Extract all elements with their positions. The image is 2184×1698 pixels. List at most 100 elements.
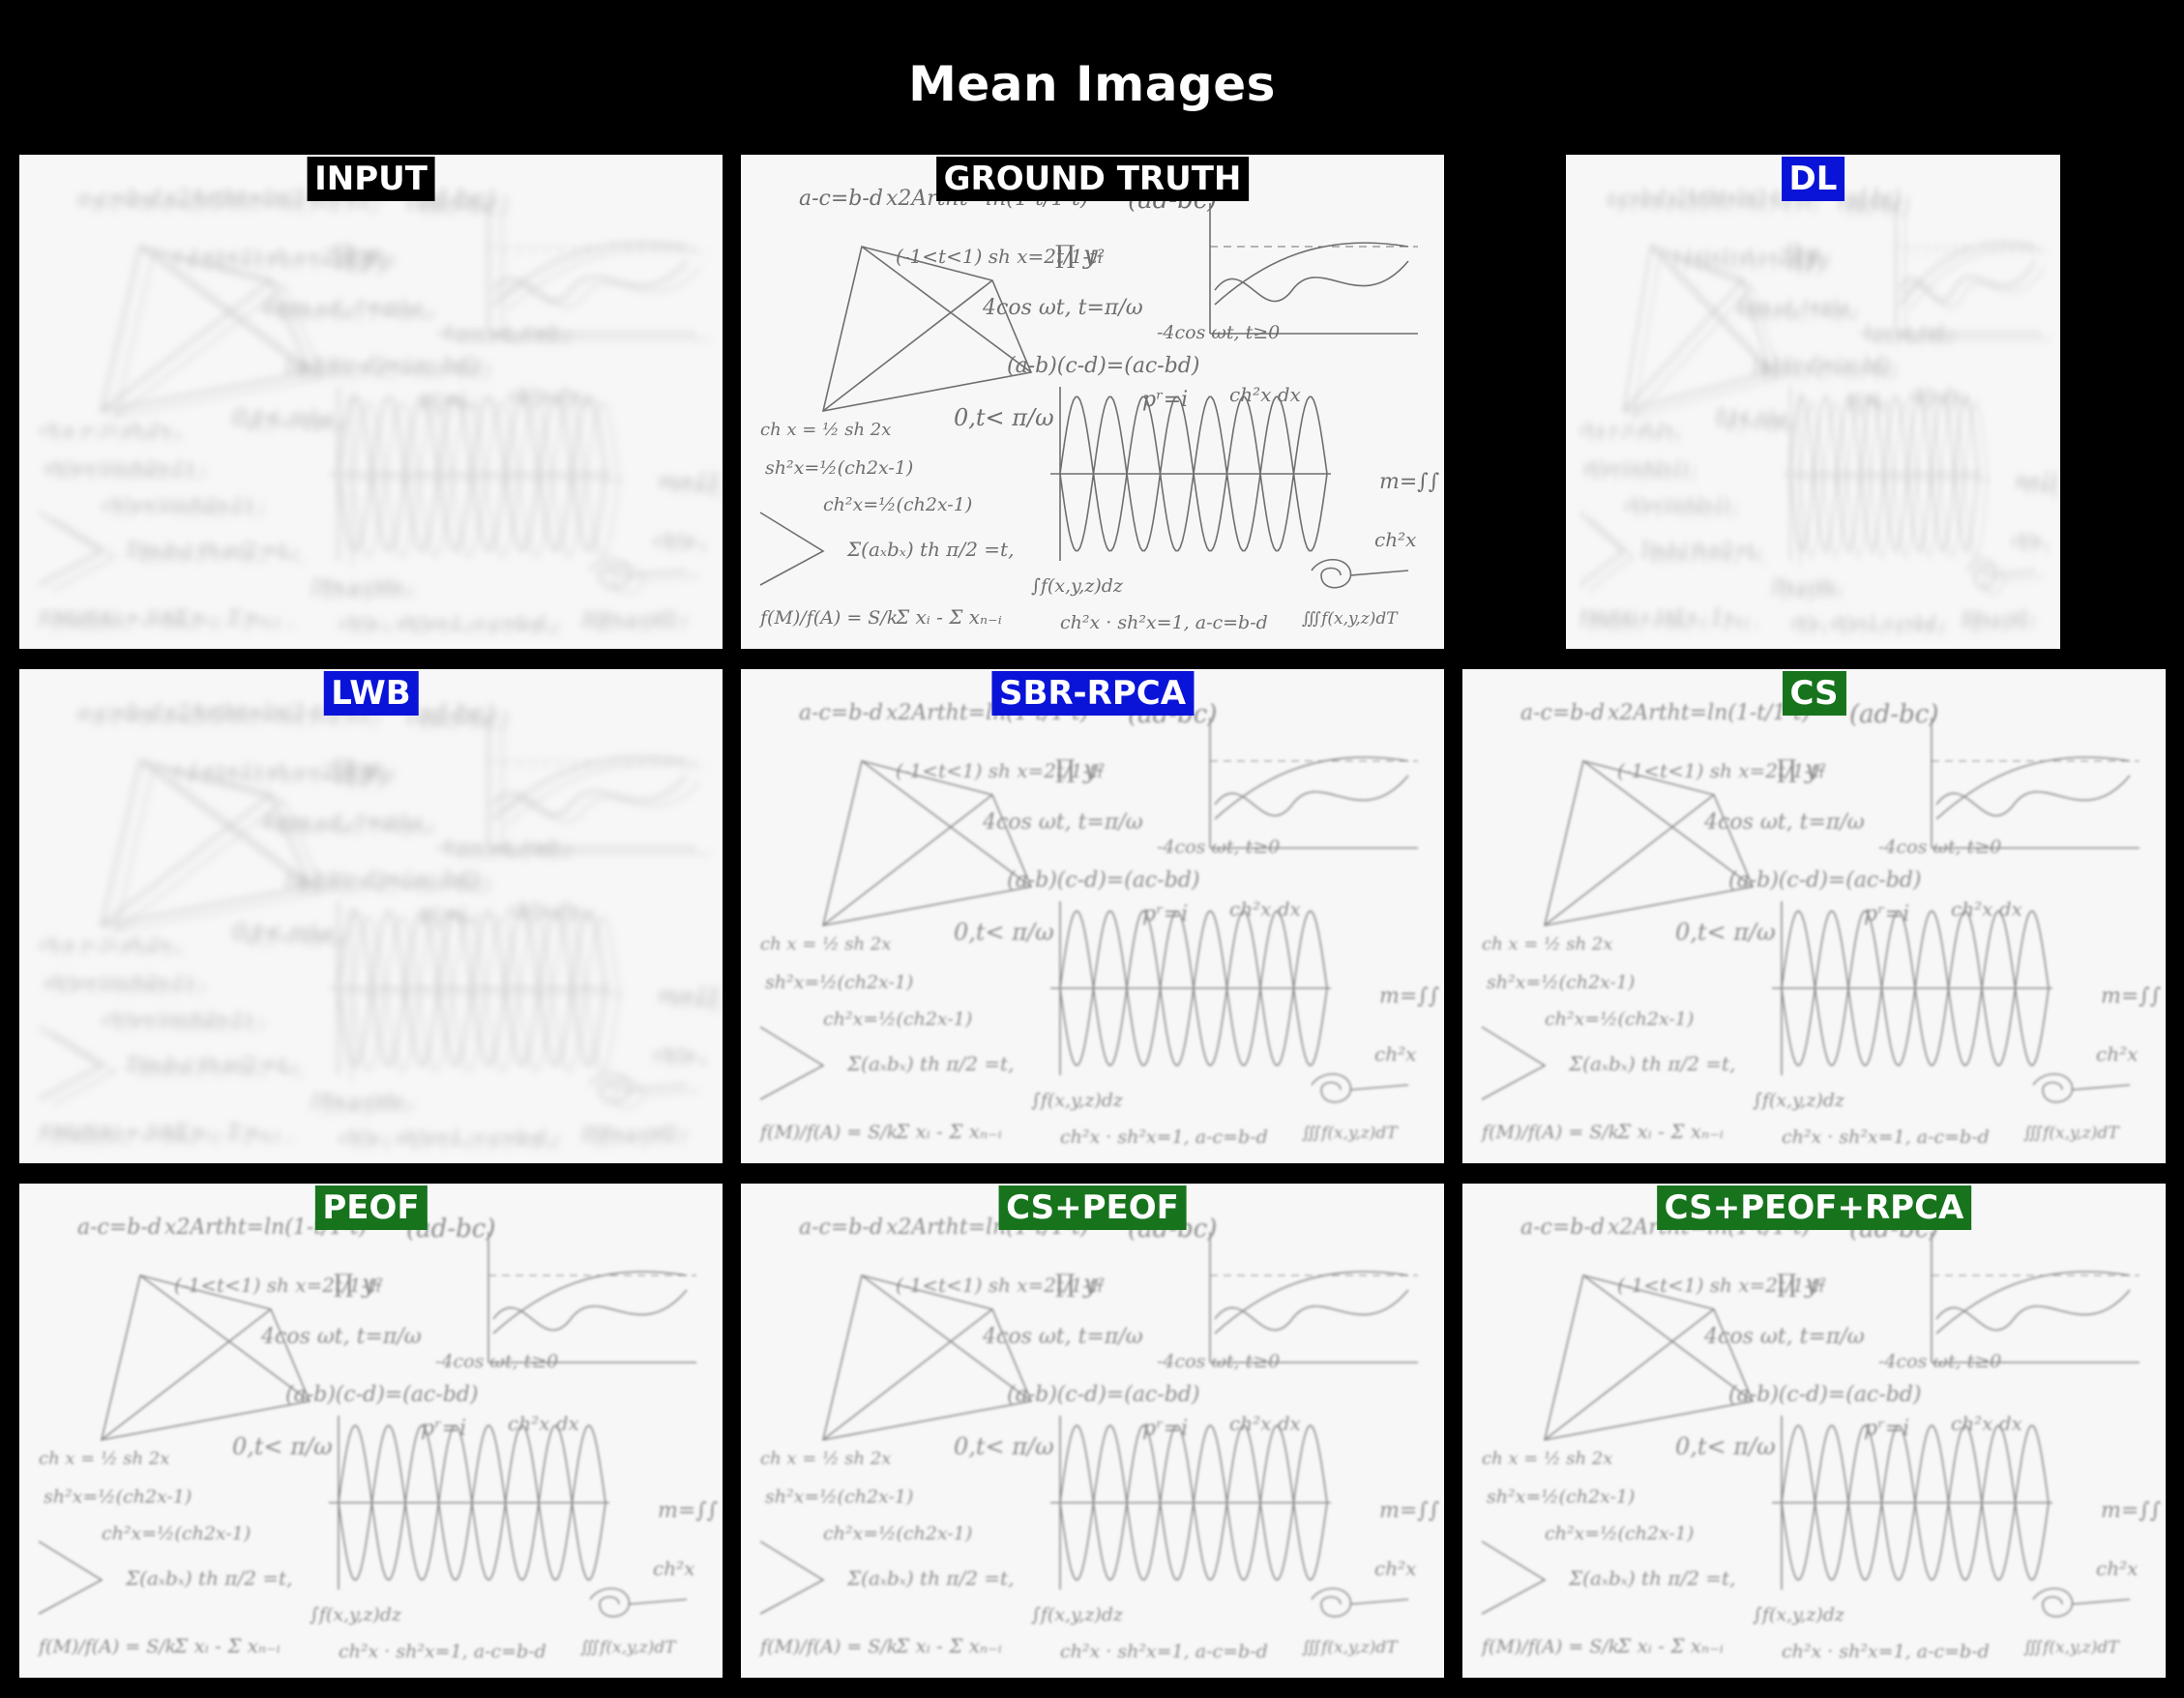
formula-text: ∭f(x,y,z)dT (580, 1638, 677, 1657)
formula-text: ch x = ½ sh 2x (1482, 934, 1612, 954)
formula-text: 4cos ωt, t=π/ω (1703, 1325, 1865, 1349)
panel-peof: a-c=b-d x2Artht=ln(1-t/1-t) (ad-bc) (-1<t<1… (19, 1184, 723, 1678)
formula-text: ch x = ½ sh 2x (1579, 420, 1671, 440)
formula-text: -4cos ωt, t≥0 (1157, 836, 1280, 858)
formula-text: sh²x=½(ch2x-1) (44, 457, 192, 479)
formula-sheet-art: a-c=b-dx2Artht=ln(1-t/1-t)(ad-bc)(-1<t<1… (1578, 186, 2060, 639)
formula-text: m=∫∫ (1379, 984, 1440, 1009)
formula-text: pʳ=i (1848, 387, 1880, 411)
formula-text: ∭f(x,y,z)dT (2023, 1638, 2120, 1657)
panel-cs-peof-rpca: a-c=b-dx2Artht=ln(1-t/1-t)(ad-bc)(-1<t<1… (1462, 1184, 2166, 1678)
formula-text: ch²x · sh²x=1, a-c=b-d (339, 612, 546, 633)
formula-text: m=∫∫ (1379, 1499, 1440, 1523)
formula-text: ch²x=½(ch2x-1) (823, 1523, 972, 1544)
formula-text: (a-b)(c-d)=(ac-bd) (1007, 354, 1199, 378)
formula-text: pʳ=i (421, 1417, 466, 1441)
formula-text: sh²x=½(ch2x-1) (765, 972, 913, 993)
formula-text: f(M)/f(A) = S/k (758, 1122, 898, 1143)
formula-text: ∫f(x,y,z)dz (1753, 1090, 1845, 1111)
formula-text: a-c=b-d (799, 701, 883, 725)
formula-text: ch²x dx (508, 1412, 579, 1435)
formula-text: 4cos ωt, t=π/ω (1735, 295, 1848, 319)
spiral-sketch (2032, 1072, 2131, 1103)
formula-text: 4cos ωt, t=π/ω (982, 296, 1143, 320)
formula-text: a-c=b-d (77, 1215, 162, 1240)
formula-text: m=∫∫ (658, 1499, 719, 1523)
panel-sbr-rpca: a-c=b-dx2Artht=ln(1-t/1-t)(ad-bc)(-1<t<1… (741, 669, 1444, 1163)
mini-graph-curve-1 (506, 762, 701, 826)
panel-cs-peof: a-c=b-dx2Artht=ln(1-t/1-t)(ad-bc)(-1<t<1… (741, 1184, 1444, 1678)
formula-text: ∏ yᵢ (334, 755, 381, 784)
formula-text: f(M)/f(A) = S/k (758, 607, 898, 629)
formula-text: sh²x=½(ch2x-1) (44, 972, 192, 993)
formula-text: f(M)/f(A) = S/k (37, 1122, 176, 1143)
angle-sketch (51, 1032, 117, 1106)
formula-text: ch²x dx (508, 897, 579, 921)
formula-text: (ad-bc) (406, 700, 495, 729)
formula-text: (ad-bc) (1849, 700, 1938, 729)
panel-label: CS+PEOF (998, 1186, 1187, 1230)
panel-input: a-c=b-d x2Artht=ln(1-t/1-t) (ad-bc) (-1<t<1… (19, 155, 723, 649)
formula-text: Σ xᵢ - Σ xₙ₋ᵢ (895, 1634, 1002, 1657)
formula-text: (a-b)(c-d)=(ac-bd) (285, 1383, 478, 1407)
formula-text: ∫f(x,y,z)dz (1031, 1090, 1124, 1111)
formula-text: (a-b)(c-d)=(ac-bd) (1728, 1383, 1921, 1407)
angle-sketch (759, 1540, 825, 1615)
spiral-sketch (589, 1587, 688, 1618)
panel-label: LWB (323, 671, 419, 716)
mini-graph-curve-1 (1214, 1271, 1409, 1334)
panel-ground-truth: a-c=b-dx2Artht=ln(1-t/1-t)(ad-bc)(-1<t<1… (741, 155, 1444, 649)
formula-text: Σ xᵢ - Σ xₙ₋ᵢ (895, 605, 1002, 629)
formula-text: ch²x · sh²x=1, a-c=b-d (1790, 612, 1936, 633)
panel-dl: a-c=b-d x2Artht=ln(1-t/1-t) (ad-bc) (-1<t<1… (1566, 155, 2060, 649)
spiral-sketch (2032, 1587, 2131, 1618)
formula-text: ∏ yᵢ (334, 1270, 381, 1299)
formula-sheet-art: a-c=b-dx2Artht=ln(1-t/1-t)(ad-bc)(-1<t<1… (37, 700, 723, 1154)
formula-text: 0,t< π/ω (232, 1433, 333, 1460)
angle-sketch (38, 1026, 103, 1100)
formula-sheet-group: a-c=b-dx2Artht=ln(1-t/1-t)(ad-bc)(-1<t<1… (1480, 1215, 2162, 1662)
formula-text: ch²x · sh²x=1, a-c=b-d (1060, 1127, 1268, 1148)
formula-sheet-art: a-c=b-dx2Artht=ln(1-t/1-t)(ad-bc)(-1<t<1… (1480, 1215, 2162, 1662)
formula-text: -4cos ωt, t≥0 (435, 836, 558, 858)
formula-text: ch²x (1374, 1557, 1416, 1580)
formula-text: Σ xᵢ - Σ xₙ₋ᵢ (1674, 607, 1750, 629)
formula-text: 0,t< π/ω (1675, 1433, 1776, 1460)
panel-label: CS (1782, 671, 1846, 716)
formula-text: 4cos ωt, t=π/ω (982, 810, 1143, 834)
formula-text: sh²x=½(ch2x-1) (1487, 1486, 1635, 1508)
formula-text: 0,t< π/ω (954, 404, 1054, 431)
formula-text: a-c=b-d (1520, 701, 1605, 725)
formula-text: pʳ=i (1864, 1417, 1909, 1441)
panel-label: SBR-RPCA (990, 671, 1195, 716)
formula-text: ch²x · sh²x=1, a-c=b-d (1782, 1127, 1990, 1148)
angle-sketch (1481, 1540, 1547, 1615)
formula-text: a-c=b-d (799, 1215, 883, 1240)
formula-text: f(M)/f(A) = S/k (37, 607, 176, 629)
formula-text: Σ(aₓbₓ) th π/2 =t, (1568, 1052, 1735, 1075)
formula-text: (ad-bc) (1838, 186, 1901, 215)
formula-text: -4cos ωt, t≥0 (1157, 322, 1280, 343)
formula-text: -4cos ωt, t≥0 (435, 322, 558, 343)
formula-text: 4cos ωt, t=π/ω (260, 810, 422, 834)
formula-text: ch x = ½ sh 2x (39, 1449, 169, 1469)
formula-text: m=∫∫ (1379, 470, 1440, 494)
formula-sheet-group: a-c=b-dx2Artht=ln(1-t/1-t)(ad-bc)(-1<t<1… (758, 1215, 1440, 1662)
formula-text: ch²x=½(ch2x-1) (823, 1009, 972, 1030)
formula-text: ch²x=½(ch2x-1) (102, 1009, 251, 1030)
formula-text: ch x = ½ sh 2x (39, 934, 169, 954)
formula-sheet-group: a-c=b-dx2Artht=ln(1-t/1-t)(ad-bc)(-1<t<1… (1480, 700, 2162, 1148)
formula-sheet-art: a-c=b-dx2Artht=ln(1-t/1-t)(ad-bc)(-1<t<1… (758, 700, 1440, 1148)
panel-label: GROUND TRUTH (935, 157, 1250, 201)
formula-text: f(M)/f(A) = S/k (1480, 1636, 1619, 1657)
formula-text: sh²x=½(ch2x-1) (1487, 972, 1635, 993)
formula-text: Σ(aₓbₓ) th π/2 =t, (846, 1566, 1014, 1590)
formula-sheet-art: a-c=b-dx2Artht=ln(1-t/1-t)(ad-bc)(-1<t<1… (758, 1215, 1440, 1662)
formula-text: ch x = ½ sh 2x (39, 420, 169, 440)
formula-text: ∏ yᵢ (1055, 755, 1103, 784)
formula-text: sh²x=½(ch2x-1) (44, 1486, 192, 1508)
formula-text: 0,t< π/ω (954, 1433, 1054, 1460)
angle-sketch (759, 1026, 825, 1100)
formula-text: ch²x · sh²x=1, a-c=b-d (339, 1127, 546, 1148)
formula-text: ∏ yᵢ (1777, 755, 1824, 784)
